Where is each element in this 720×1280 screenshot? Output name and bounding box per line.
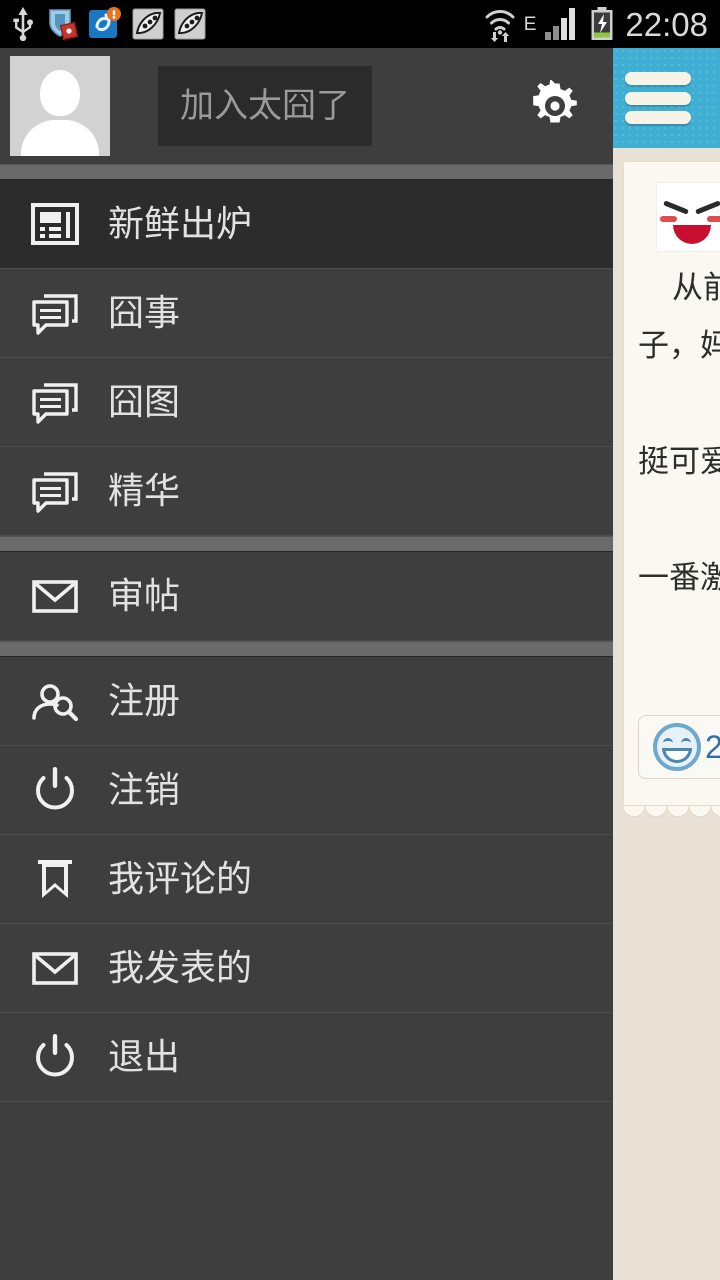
power-icon <box>28 1030 82 1084</box>
post-card[interactable]: 从前 子，妈 挺可爱 一番激 297 <box>623 161 720 806</box>
sidebar-item-label: 退出 <box>108 1036 181 1077</box>
post-body-line: 挺可爱 <box>638 444 720 480</box>
sidebar-item-label: 我评论的 <box>108 858 253 899</box>
sidebar-item-funny-pictures[interactable]: 囧图 <box>0 358 613 447</box>
smiley-mouth <box>662 748 692 763</box>
signal-bars-icon <box>545 8 576 40</box>
network-type-label: E <box>523 13 537 35</box>
sidebar-item-label: 注册 <box>108 680 181 721</box>
join-button[interactable]: 加入太囧了 <box>158 66 372 146</box>
phone-screen: E 22:08 加入太囧了 新鲜出炉 囧事 囧图 精华 审帖 注册 注销 我评论… <box>0 0 720 1280</box>
wifi-data-icon <box>485 10 515 42</box>
content-panel: 从前 子，妈 挺可爱 一番激 297 <box>613 48 720 1280</box>
article-list-icon <box>28 197 82 251</box>
like-button[interactable]: 297 <box>638 715 720 779</box>
card-torn-edge <box>623 806 720 822</box>
hamburger-bar <box>625 91 691 105</box>
envelope-icon <box>28 941 82 995</box>
usb-icon <box>13 7 33 41</box>
sync-alert-icon <box>89 7 121 38</box>
avatar-body-shape <box>21 120 99 156</box>
hamburger-bar <box>625 111 691 124</box>
speech-bubble-icon <box>28 464 82 518</box>
sidebar-item-logout[interactable]: 注销 <box>0 746 613 835</box>
sidebar-item-funny-stories[interactable]: 囧事 <box>0 269 613 358</box>
laughing-face-icon <box>656 182 720 252</box>
app-bar <box>613 48 720 148</box>
sidebar-item-exit[interactable]: 退出 <box>0 1013 613 1102</box>
post-body-line: 子，妈 <box>638 328 720 364</box>
hamburger-bar <box>625 72 691 85</box>
battery-charging-icon <box>591 7 613 40</box>
sidebar-item-register[interactable]: 注册 <box>0 657 613 746</box>
speech-bubble-icon <box>28 286 82 340</box>
clock: 22:08 <box>625 5 708 43</box>
drawer-divider <box>0 164 613 180</box>
sidebar-item-review-posts[interactable]: 审帖 <box>0 552 613 641</box>
smiley-laugh-icon <box>653 723 701 771</box>
post-spacer <box>638 484 720 542</box>
status-bar: E 22:08 <box>0 0 720 48</box>
shield-security-icon <box>49 9 78 41</box>
sidebar-item-label: 囧图 <box>108 381 181 422</box>
power-icon <box>28 763 82 817</box>
sidebar-item-label: 新鲜出炉 <box>108 203 253 244</box>
join-button-label: 加入太囧了 <box>180 87 350 125</box>
post-body-line: 一番激 <box>638 560 720 596</box>
sidebar-item-my-posts[interactable]: 我发表的 <box>0 924 613 1013</box>
smiley-eye-left <box>663 738 673 744</box>
avatar[interactable] <box>10 56 110 156</box>
sidebar-item-label: 我发表的 <box>108 947 253 988</box>
hamburger-icon[interactable] <box>625 72 691 124</box>
peapod-icon <box>174 8 206 40</box>
peapod-icon <box>132 8 164 40</box>
speech-bubble-icon <box>28 375 82 429</box>
sidebar-item-my-comments[interactable]: 我评论的 <box>0 835 613 924</box>
face-eye-right <box>695 200 720 215</box>
bookmark-icon <box>28 852 82 906</box>
navigation-drawer: 加入太囧了 新鲜出炉 囧事 囧图 精华 审帖 注册 注销 我评论的 我发表的 退… <box>0 48 613 1280</box>
drawer-divider <box>0 641 613 657</box>
like-count: 297 <box>705 731 720 763</box>
envelope-icon <box>28 569 82 623</box>
face-eye-left <box>663 200 689 215</box>
post-spacer <box>638 368 720 426</box>
status-bar-system-icons: E 22:08 <box>483 6 720 42</box>
drawer-divider <box>0 536 613 552</box>
avatar-head-shape <box>40 70 80 116</box>
gear-icon <box>533 80 577 123</box>
sidebar-item-label: 注销 <box>108 769 181 810</box>
post-list[interactable]: 从前 子，妈 挺可爱 一番激 297 <box>613 148 720 1280</box>
user-search-icon <box>28 674 82 728</box>
sidebar-item-fresh[interactable]: 新鲜出炉 <box>0 180 613 269</box>
drawer-header: 加入太囧了 <box>0 48 613 164</box>
face-blush-left <box>660 216 677 222</box>
face-mouth <box>673 225 711 244</box>
smiley-eye-right <box>681 738 691 744</box>
sidebar-item-label: 审帖 <box>108 575 181 616</box>
settings-button[interactable] <box>527 78 583 134</box>
sidebar-item-label: 精华 <box>108 470 181 511</box>
post-body-line: 从前 <box>672 270 720 305</box>
status-bar-notification-icons <box>0 7 206 41</box>
sidebar-item-label: 囧事 <box>108 292 181 333</box>
face-blush-right <box>707 216 720 222</box>
sidebar-item-essence[interactable]: 精华 <box>0 447 613 536</box>
